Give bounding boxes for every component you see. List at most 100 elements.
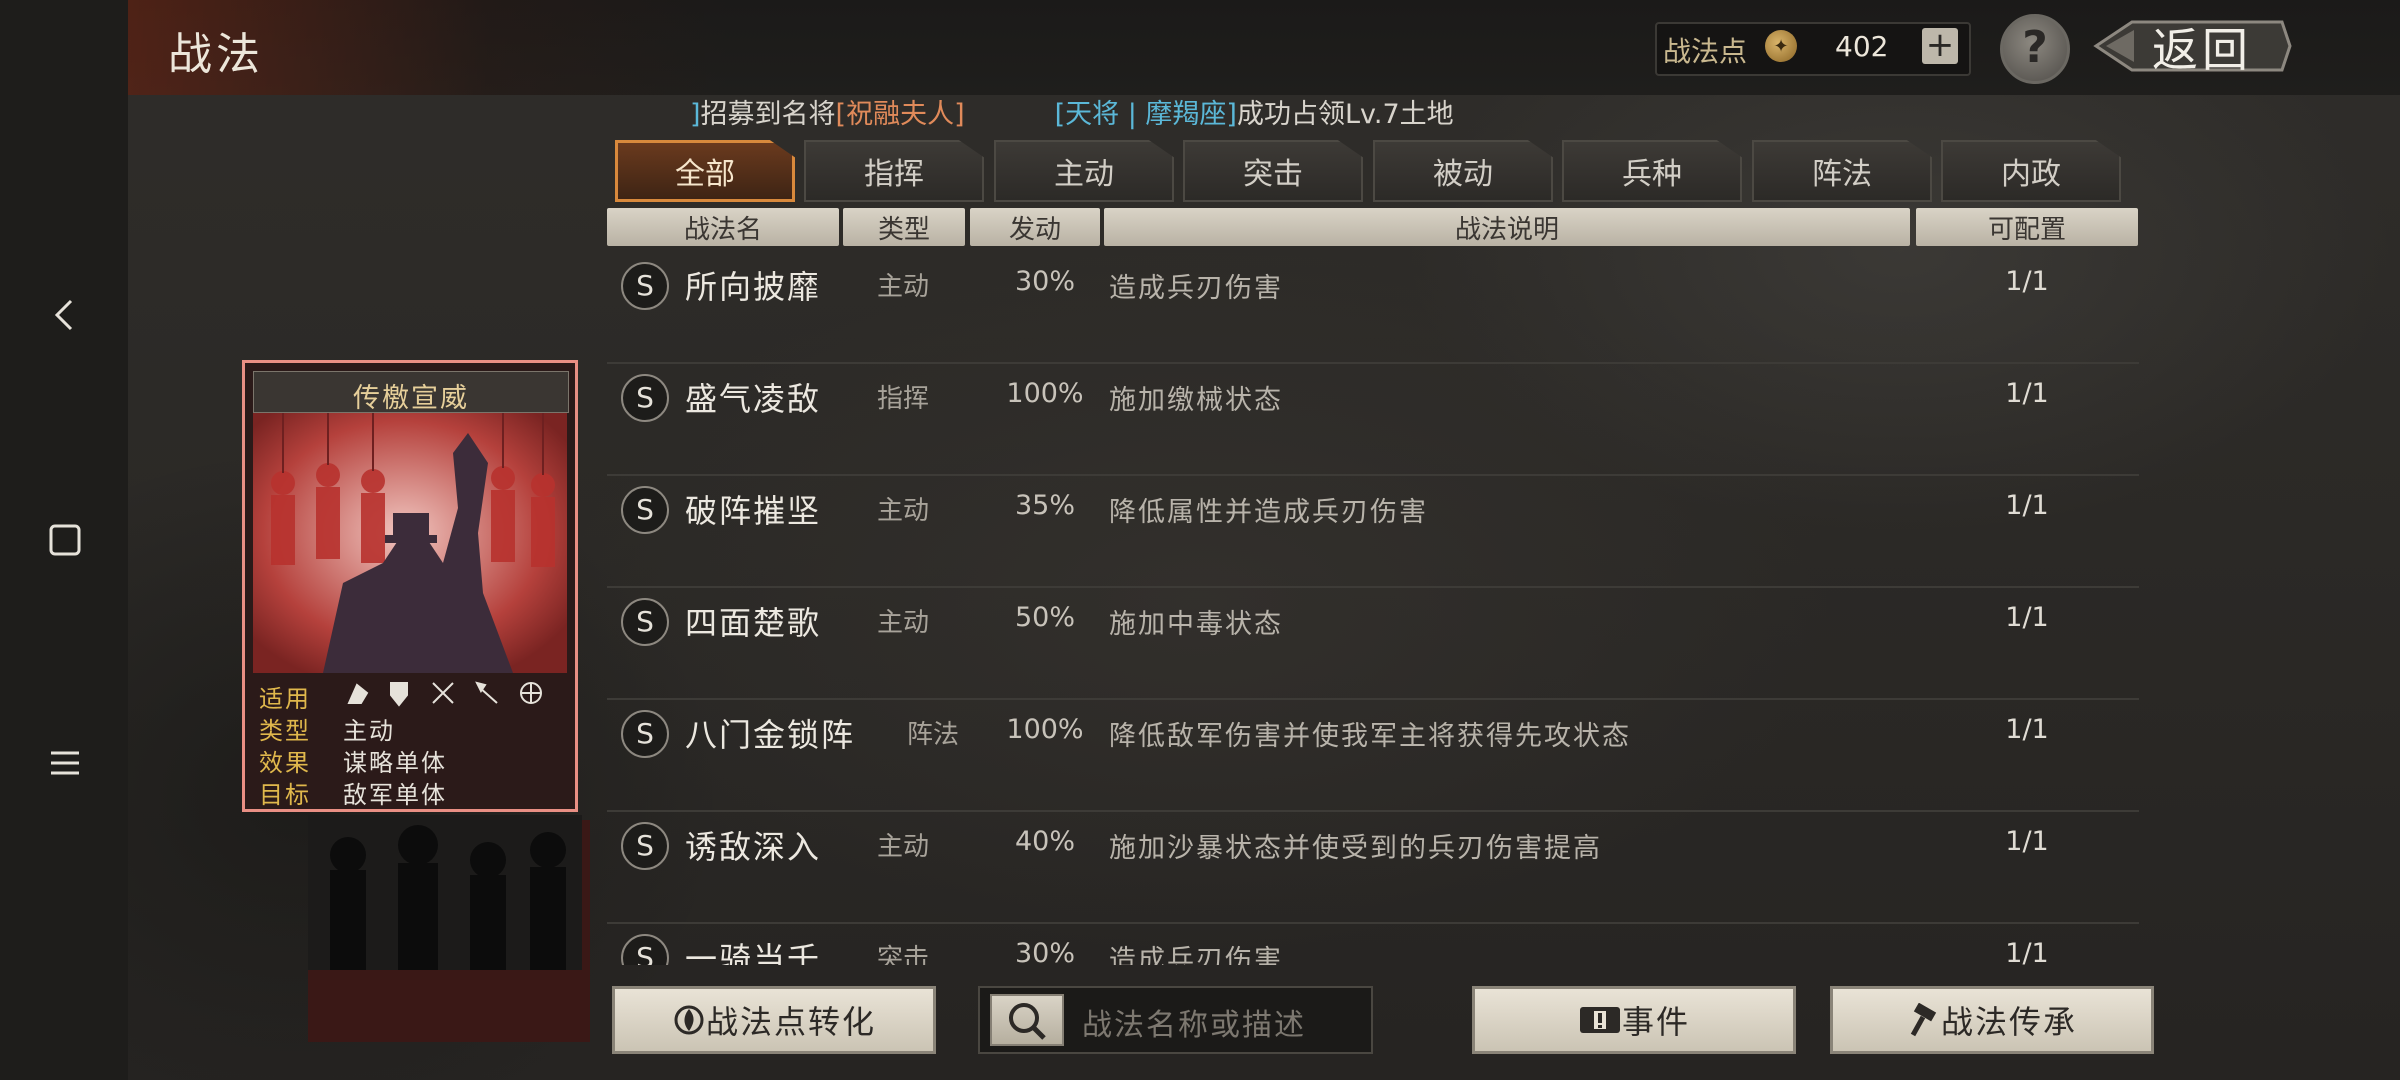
tactic-card[interactable]: 传檄宣威 适用 类型 主动 效果 谋略单体 目标 敌军单体 [242, 360, 578, 812]
card-attr-target: 目标 敌军单体 [253, 773, 567, 809]
tab-assault[interactable]: 突击 [1183, 140, 1363, 202]
tactic-type: 指挥 [877, 384, 930, 414]
search-placeholder: 战法名称或描述 [1082, 1008, 1306, 1043]
home-nav-button[interactable] [30, 505, 100, 575]
events-button[interactable]: 事件 [1472, 986, 1796, 1054]
tactic-name: 盛气凌敌 [685, 380, 822, 418]
event-book-icon [1579, 1007, 1620, 1033]
tactic-rate: 40% [1014, 826, 1075, 857]
tactic-type: 主动 [877, 832, 930, 862]
square-icon [49, 524, 81, 556]
tactic-points-label: 战法点 [1663, 35, 1748, 68]
grade-s-icon: S [621, 822, 669, 870]
table-row[interactable]: S 所向披靡 主动 30% 造成兵刃伤害 1/1 [607, 250, 2139, 364]
tactic-name: 八门金锁阵 [685, 716, 856, 754]
tactic-description: 降低敌军伤害并使我军主将获得先攻状态 [1109, 721, 1631, 752]
tab-formation[interactable]: 阵法 [1752, 140, 1932, 202]
table-row[interactable]: S 诱敌深入 主动 40% 施加沙暴状态并使受到的兵刃伤害提高 1/1 [607, 810, 2139, 924]
tactic-description: 造成兵刃伤害 [1109, 273, 1283, 304]
spear-icon [475, 681, 498, 704]
convert-points-button[interactable]: 战法点转化 [612, 986, 936, 1054]
inherit-tactic-button[interactable]: 战法传承 [1830, 986, 2154, 1054]
tab-internal[interactable]: 内政 [1941, 140, 2121, 202]
tactic-description: 施加缴械状态 [1109, 385, 1283, 416]
column-header-name[interactable]: 战法名 [607, 208, 839, 246]
tactic-config: 1/1 [2005, 266, 2049, 297]
ticker-name-1: [祝融夫人] [835, 99, 965, 130]
tactic-rate: 50% [1014, 602, 1075, 633]
menu-nav-button[interactable] [30, 728, 100, 798]
ticker-partial: ] [690, 99, 701, 130]
tactic-rate: 100% [1006, 714, 1084, 745]
tactic-name: 破阵摧坚 [685, 492, 822, 530]
tactic-type: 突击 [877, 944, 930, 965]
table-row[interactable]: S 盛气凌敌 指挥 100% 施加缴械状态 1/1 [607, 362, 2139, 476]
column-header-rate[interactable]: 发动 [970, 208, 1100, 246]
search-button[interactable] [990, 994, 1064, 1046]
column-header-config[interactable]: 可配置 [1916, 208, 2138, 246]
card-stack-middle [308, 815, 582, 970]
column-header-description: 战法说明 [1104, 208, 1910, 246]
tactic-name: 四面楚歌 [685, 604, 822, 642]
convert-points-label: 战法点转化 [705, 1003, 876, 1041]
table-row[interactable]: S 一骑当千 突击 30% 造成兵刃伤害 1/1 [607, 922, 2139, 965]
table-row[interactable]: S 八门金锁阵 阵法 100% 降低敌军伤害并使我军主将获得先攻状态 1/1 [607, 698, 2139, 812]
tab-passive[interactable]: 被动 [1373, 140, 1553, 202]
news-ticker: ]招募到名将[祝融夫人] [天将 | 摩羯座]成功占领Lv.7土地 [690, 92, 1454, 132]
back-button-label[interactable]: 返回 [2152, 14, 2252, 80]
tactic-type: 主动 [877, 496, 930, 526]
tactic-type: 主动 [877, 272, 930, 302]
troop-type-icons [347, 681, 542, 707]
search-field[interactable]: 战法名称或描述 [978, 986, 1373, 1054]
page-title: 战法 [168, 29, 264, 80]
tactic-config: 1/1 [2005, 602, 2049, 633]
tactic-config: 1/1 [2005, 490, 2049, 521]
events-label: 事件 [1621, 1003, 1690, 1041]
tactics-list[interactable]: S 所向披靡 主动 30% 造成兵刃伤害 1/1 S 盛气凌敌 指挥 100% … [607, 250, 2139, 965]
tactic-name: 诱敌深入 [685, 828, 822, 866]
cavalry-icon [347, 683, 369, 704]
grade-s-icon: S [621, 710, 669, 758]
tactic-rate: 30% [1014, 938, 1075, 965]
card-title-bar: 传檄宣威 [253, 371, 569, 414]
tab-troop[interactable]: 兵种 [1562, 140, 1742, 202]
ticker-text-1: 招募到名将 [700, 99, 836, 130]
add-points-button[interactable]: + [1922, 28, 1958, 64]
chevron-left-icon [54, 299, 73, 331]
column-header-type[interactable]: 类型 [843, 208, 965, 246]
coin-icon: ✦ [1765, 30, 1797, 62]
help-button[interactable]: ? [2000, 14, 2070, 84]
tactic-description: 施加中毒状态 [1109, 609, 1283, 640]
tactic-config: 1/1 [2005, 826, 2049, 857]
tactic-config: 1/1 [2005, 714, 2049, 745]
back-nav-button[interactable] [30, 280, 100, 350]
hamburger-icon [51, 751, 79, 775]
inherit-tactic-label: 战法传承 [1940, 1003, 2077, 1041]
card-attr-type: 类型 主动 [253, 709, 567, 745]
tab-command[interactable]: 指挥 [804, 140, 984, 202]
card-title: 传檄宣威 [353, 383, 469, 414]
tactic-points-value: 402 [1835, 30, 1889, 63]
grade-s-icon: S [621, 598, 669, 646]
tactic-type: 阵法 [907, 720, 960, 750]
tactic-description: 造成兵刃伤害 [1109, 945, 1283, 965]
hammer-icon [1910, 1003, 1937, 1037]
table-row[interactable]: S 四面楚歌 主动 50% 施加中毒状态 1/1 [607, 586, 2139, 700]
tactic-name: 所向披靡 [685, 268, 822, 306]
card-attr-usage: 适用 [253, 677, 567, 713]
card-attr-effect: 效果 谋略单体 [253, 741, 567, 777]
tab-all[interactable]: 全部 [615, 140, 795, 202]
tactic-config: 1/1 [2005, 378, 2049, 409]
bow-icon [432, 682, 454, 704]
tab-active[interactable]: 主动 [994, 140, 1174, 202]
ticker-name-2: [天将 | 摩羯座] [1054, 99, 1237, 130]
card-art [253, 413, 567, 673]
card-attr-key: 目标 [259, 781, 311, 809]
grade-s-icon: S [621, 262, 669, 310]
table-row[interactable]: S 破阵摧坚 主动 35% 降低属性并造成兵刃伤害 1/1 [607, 474, 2139, 588]
tactic-rate: 35% [1014, 490, 1075, 521]
search-icon [1009, 1003, 1046, 1040]
tactic-description: 施加沙暴状态并使受到的兵刃伤害提高 [1109, 833, 1602, 864]
tactic-name: 一骑当千 [685, 940, 822, 965]
grade-s-icon: S [621, 486, 669, 534]
